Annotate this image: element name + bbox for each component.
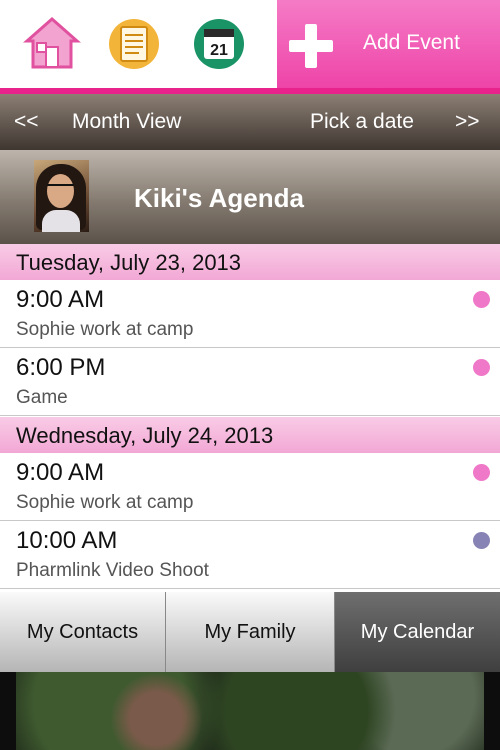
background-photo (0, 672, 500, 750)
event-time: 10:00 AM (16, 527, 118, 554)
event-title: Game (16, 387, 68, 408)
event-time: 6:00 PM (16, 354, 106, 381)
event-color-dot (473, 359, 490, 376)
event-time: 9:00 AM (16, 286, 105, 313)
top-toolbar: 21 Add Event (0, 0, 500, 88)
day-header: Wednesday, July 24, 2013 (0, 417, 500, 453)
tab-my-calendar[interactable]: My Calendar (335, 592, 500, 672)
month-nav-bar: << Month View Pick a date >> (0, 94, 500, 150)
plus-icon (289, 24, 333, 68)
pick-date-button[interactable]: Pick a date (310, 110, 414, 134)
day-header: Tuesday, July 23, 2013 (0, 244, 500, 280)
event-row[interactable]: 10:00 AM Pharmlink Video Shoot (0, 521, 500, 589)
event-title: Sophie work at camp (16, 492, 194, 513)
month-view-button[interactable]: Month View (72, 110, 181, 134)
calendar-icon[interactable]: 21 (189, 14, 249, 74)
event-color-dot (473, 291, 490, 308)
agenda-title: Kiki's Agenda (134, 183, 304, 213)
event-title: Sophie work at camp (16, 319, 194, 340)
home-icon[interactable] (22, 14, 82, 74)
tab-my-contacts[interactable]: My Contacts (0, 592, 166, 672)
agenda-header: Kiki's Agenda (0, 150, 500, 244)
add-event-button[interactable]: Add Event (277, 0, 500, 88)
event-row[interactable]: 9:00 AM Sophie work at camp (0, 280, 500, 348)
tab-my-family[interactable]: My Family (166, 592, 335, 672)
event-row[interactable]: 9:00 AM Sophie work at camp (0, 453, 500, 521)
avatar[interactable] (34, 160, 89, 232)
prev-button[interactable]: << (14, 110, 39, 134)
event-time: 9:00 AM (16, 459, 105, 486)
add-event-label: Add Event (363, 31, 460, 54)
event-row[interactable]: 6:00 PM Game (0, 348, 500, 416)
next-button[interactable]: >> (455, 110, 480, 134)
notes-icon[interactable] (104, 14, 164, 74)
event-color-dot (473, 532, 490, 549)
calendar-icon-day: 21 (210, 42, 228, 59)
bottom-tab-bar: My Contacts My Family My Calendar (0, 592, 500, 672)
event-color-dot (473, 464, 490, 481)
event-title: Pharmlink Video Shoot (16, 560, 209, 581)
